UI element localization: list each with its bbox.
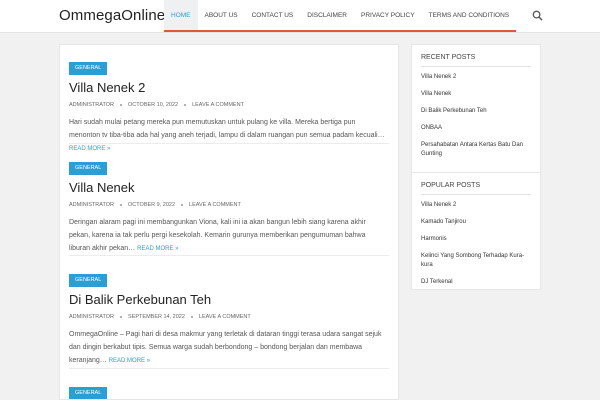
widget-title: RECENT POSTS [421,54,476,61]
site-title[interactable]: OmmegaOnline [59,7,165,24]
post-meta: ADMINISTRATOR SEPTEMBER 14, 2022 LEAVE A C… [69,313,389,322]
recent-post-link[interactable]: Di Balik Perkebunan Teh [421,107,531,116]
post-card: GENERAL [69,381,389,399]
post-excerpt: OmmegaOnline – Pagi hari di desa makmur … [69,328,387,368]
category-badge[interactable]: GENERAL [69,274,108,287]
post-divider [69,255,389,256]
post-meta: ADMINISTRATOR OCTOBER 9, 2022 LEAVE A COMM… [69,201,389,210]
post-card: GENERAL Di Balik Perkebunan Teh ADMINIST… [69,268,389,368]
recent-post-link[interactable]: Villa Nenek 2 [421,73,531,82]
post-card: GENERAL Villa Nenek 2 ADMINISTRATOR OCTOB… [69,56,389,156]
recent-post-link[interactable]: Persahabatan Antara Kertas Batu Dan Gunt… [421,141,531,159]
post-date[interactable]: OCTOBER 9, 2022 [128,202,175,208]
nav-disclaimer[interactable]: DISCLAIMER [300,0,354,30]
post-author[interactable]: ADMINISTRATOR [69,202,114,208]
recent-post-link[interactable]: Villa Nenek [421,90,531,99]
post-meta: ADMINISTRATOR OCTOBER 10, 2022 LEAVE A COM… [69,101,389,110]
excerpt-text: Deringan alaram pagi ini membangunkan Vi… [69,219,366,252]
meta-separator [181,203,184,206]
post-divider [69,143,389,144]
nav-home[interactable]: HOME [164,0,198,30]
category-badge[interactable]: GENERAL [69,62,108,75]
main-nav: HOME ABOUT US CONTACT US DISCLAIMER PRIV… [164,0,517,32]
recent-posts-list: Villa Nenek 2 Villa Nenek Di Balik Perke… [412,73,540,159]
excerpt-text: Hari sudah mulai petang mereka pun memut… [69,119,385,139]
meta-separator [120,315,123,318]
post-excerpt: Hari sudah mulai petang mereka pun memut… [69,116,387,156]
post-card: GENERAL Villa Nenek ADMINISTRATOR OCTOBER… [69,156,389,256]
site-header: OmmegaOnline HOME ABOUT US CONTACT US DI… [0,0,600,33]
popular-posts-widget: POPULAR POSTS Villa Nenek 2 Kamado Tanji… [411,172,541,290]
meta-separator [190,315,193,318]
leave-comment-link[interactable]: LEAVE A COMMENT [199,314,251,320]
read-more-link[interactable]: READ MORE » [137,246,178,252]
read-more-link[interactable]: READ MORE » [109,358,150,364]
meta-separator [184,103,187,106]
post-title[interactable]: Villa Nenek 2 [69,80,389,96]
popular-posts-list: Villa Nenek 2 Kamado Tanjirou Harmonis K… [412,201,540,287]
category-badge[interactable]: GENERAL [69,162,108,175]
nav-terms-and-conditions[interactable]: TERMS AND CONDITIONS [422,0,517,30]
recent-posts-widget: RECENT POSTS Villa Nenek 2 Villa Nenek D… [411,44,541,177]
post-title[interactable]: Villa Nenek [69,180,389,196]
post-title[interactable]: Di Balik Perkebunan Teh [69,292,389,308]
popular-post-link[interactable]: Villa Nenek 2 [421,201,531,210]
widget-divider [421,194,531,195]
leave-comment-link[interactable]: LEAVE A COMMENT [189,202,241,208]
widget-title: POPULAR POSTS [421,182,481,189]
nav-contact-us[interactable]: CONTACT US [245,0,301,30]
popular-post-link[interactable]: Kelinci Yang Sombong Terhadap Kura-kura [421,252,531,270]
post-date[interactable]: SEPTEMBER 14, 2022 [128,314,185,320]
category-badge[interactable]: GENERAL [69,387,108,399]
popular-post-link[interactable]: Harmonis [421,235,531,244]
popular-post-link[interactable]: DJ Terkenal [421,278,531,287]
post-author[interactable]: ADMINISTRATOR [69,102,114,108]
nav-privacy-policy[interactable]: PRIVACY POLICY [354,0,422,30]
read-more-link[interactable]: READ MORE » [69,146,110,152]
widget-divider [421,66,531,67]
post-author[interactable]: ADMINISTRATOR [69,314,114,320]
post-divider [69,368,389,369]
meta-separator [120,103,123,106]
post-excerpt: Deringan alaram pagi ini membangunkan Vi… [69,216,387,256]
meta-separator [120,203,123,206]
post-list: GENERAL Villa Nenek 2 ADMINISTRATOR OCTOB… [59,44,399,400]
recent-post-link[interactable]: ONBAA [421,124,531,133]
leave-comment-link[interactable]: LEAVE A COMMENT [192,102,244,108]
post-date[interactable]: OCTOBER 10, 2022 [128,102,178,108]
nav-about-us[interactable]: ABOUT US [198,0,245,30]
search-icon[interactable] [532,10,543,21]
popular-post-link[interactable]: Kamado Tanjirou [421,218,531,227]
